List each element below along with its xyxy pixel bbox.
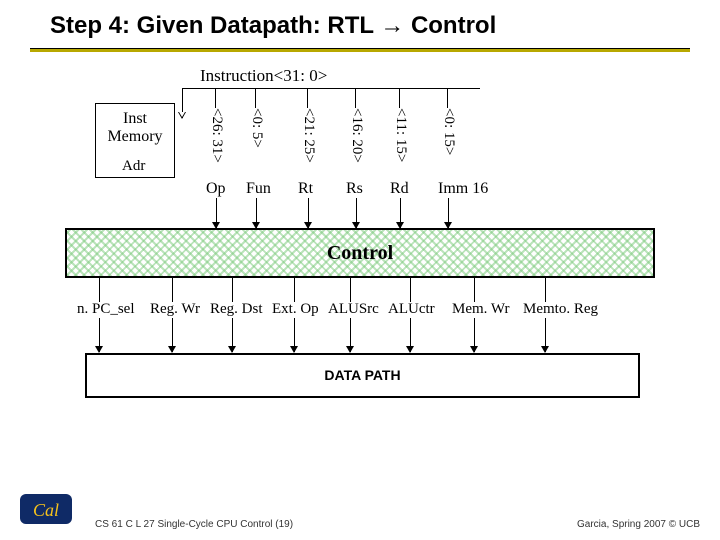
arrow-to-instmem (178, 112, 186, 119)
footer-left: CS 61 C L 27 Single-Cycle CPU Control (1… (95, 519, 293, 530)
register-label: Rs (346, 180, 363, 198)
control-signal-label: ALUctr (388, 301, 435, 318)
control-block: Control (65, 228, 655, 278)
control-signal-label: ALUSrc (328, 301, 379, 318)
register-label: Rt (298, 180, 313, 198)
signal-line-top (232, 278, 233, 302)
signal-arrowhead (406, 346, 414, 353)
footer-right: Garcia, Spring 2007 © UCB (577, 519, 700, 530)
signal-line-top (99, 278, 100, 302)
control-label: Control (327, 242, 393, 264)
control-signal-label: Reg. Dst (210, 301, 263, 318)
bitfield-range: <16: 20> (348, 108, 365, 168)
adr-label: Adr (122, 158, 145, 175)
bitfield-drop (355, 88, 356, 108)
control-signal-label: Memto. Reg (523, 301, 598, 318)
bitfield-range: <21: 25> (300, 108, 317, 168)
bitfield-range: <0: 15> (440, 108, 457, 168)
bitfield-range: <0: 5> (248, 108, 265, 168)
bitfield-drop (399, 88, 400, 108)
signal-arrowhead (470, 346, 478, 353)
signal-line-top (350, 278, 351, 302)
signal-arrowhead (541, 346, 549, 353)
signal-arrowhead (346, 346, 354, 353)
title-underline (30, 48, 690, 52)
signal-line-top (294, 278, 295, 302)
signal-line-top (474, 278, 475, 302)
control-signal-label: n. PC_sel (77, 301, 135, 318)
bitfield-range: <26: 31> (208, 108, 225, 168)
control-signal-label: Ext. Op (272, 301, 319, 318)
control-signal-label: Reg. Wr (150, 301, 200, 318)
instmem-line2: Memory (107, 128, 162, 145)
diagram-stage: Instruction<31: 0> Inst Memory Adr <26: … (0, 58, 720, 478)
register-label: Op (206, 180, 226, 198)
signal-arrowhead (228, 346, 236, 353)
register-label: Rd (390, 180, 409, 198)
signal-arrowhead (168, 346, 176, 353)
cal-logo: Cal (18, 488, 74, 528)
svg-text:Cal: Cal (33, 500, 59, 520)
control-signal-label: Mem. Wr (452, 301, 509, 318)
register-label: Fun (246, 180, 271, 198)
instruction-bus-line (182, 88, 480, 89)
datapath-block: DATA PATH (85, 353, 640, 398)
signal-line-top (545, 278, 546, 302)
signal-arrowhead (290, 346, 298, 353)
instmem-line1: Inst (123, 110, 147, 127)
bitfield-range: <11: 15> (392, 108, 409, 168)
signal-line-top (410, 278, 411, 302)
signal-arrowhead (95, 346, 103, 353)
signal-line-top (172, 278, 173, 302)
datapath-label: DATA PATH (324, 367, 400, 383)
instruction-bits-label: Instruction<31: 0> (200, 66, 327, 86)
slide-title: Step 4: Given Datapath: RTL → Control (0, 0, 720, 48)
bitfield-drop (447, 88, 448, 108)
bitfield-drop (255, 88, 256, 108)
bitfield-drop (215, 88, 216, 108)
register-label: Imm 16 (438, 180, 488, 198)
bitfield-drop (307, 88, 308, 108)
